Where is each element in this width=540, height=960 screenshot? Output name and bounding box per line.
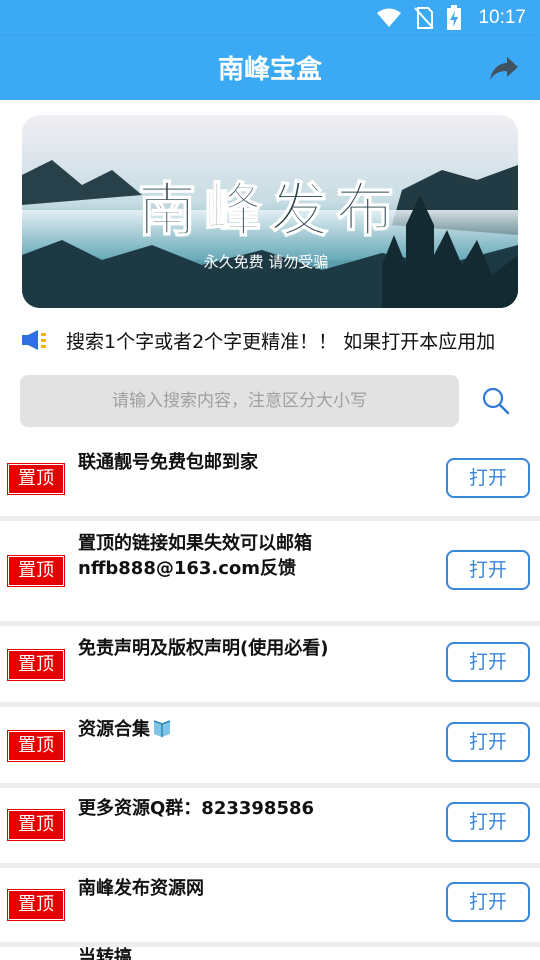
list-item[interactable]: 当转搞 — [0, 947, 540, 960]
resource-list: 置顶 联通靓号免费包邮到家 打开 置顶 置顶的链接如果失效可以邮箱 nffb888… — [0, 440, 540, 960]
open-button[interactable]: 打开 — [446, 722, 530, 762]
no-sim-icon — [414, 7, 435, 29]
wifi-icon — [377, 8, 402, 27]
open-button[interactable]: 打开 — [446, 882, 530, 922]
item-title: 当转搞 — [78, 947, 132, 960]
open-button[interactable]: 打开 — [446, 550, 530, 590]
pin-badge: 置顶 — [7, 649, 65, 681]
banner-image[interactable]: 南峰发布 永久免费 请勿受骗 — [22, 115, 518, 308]
item-title: 南峰发布资源网 — [78, 878, 204, 899]
list-item[interactable]: 置顶 免责声明及版权声明(使用必看) 打开 — [0, 626, 540, 702]
item-title: 更多资源Q群：823398586 — [78, 798, 315, 819]
open-button[interactable]: 打开 — [446, 642, 530, 682]
search-input[interactable] — [20, 390, 459, 412]
notice-text: 搜索1个字或者2个字更精准！！ 如果打开本应用加 — [66, 330, 496, 353]
item-title: 联通靓号免费包邮到家 — [78, 452, 258, 473]
banner-title: 南峰发布 — [138, 176, 402, 244]
search-box — [20, 375, 459, 427]
banner-subtitle: 永久免费 请勿受骗 — [204, 253, 329, 271]
search-icon[interactable] — [478, 383, 514, 419]
open-button[interactable]: 打开 — [446, 802, 530, 842]
app-bar: 南峰宝盒 — [0, 36, 540, 100]
page-title: 南峰宝盒 — [217, 55, 322, 85]
share-icon[interactable] — [488, 54, 520, 82]
battery-charging-icon — [447, 5, 462, 30]
pin-badge: 置顶 — [7, 889, 65, 921]
pin-badge: 置顶 — [7, 809, 65, 841]
megaphone-icon — [22, 330, 46, 350]
pin-badge: 置顶 — [7, 730, 65, 762]
clock: 10:17 — [478, 7, 526, 28]
list-item[interactable]: 置顶 南峰发布资源网 打开 — [0, 868, 540, 942]
list-item[interactable]: 置顶 置顶的链接如果失效可以邮箱 nffb888@163.com反馈 打开 — [0, 521, 540, 621]
notice-bar: 搜索1个字或者2个字更精准！！ 如果打开本应用加 — [18, 324, 528, 356]
item-title: 免责声明及版权声明(使用必看) — [78, 638, 329, 659]
item-title: 资源合集 — [78, 717, 418, 742]
status-bar: 10:17 — [0, 0, 540, 36]
list-item[interactable]: 置顶 资源合集 打开 — [0, 707, 540, 783]
main-content: 南峰发布 永久免费 请勿受骗 搜索1个字或者2个字更精准！！ 如果打开本应用加 … — [0, 100, 540, 960]
open-button[interactable]: 打开 — [446, 458, 530, 498]
list-item[interactable]: 置顶 更多资源Q群：823398586 打开 — [0, 788, 540, 863]
list-item[interactable]: 置顶 联通靓号免费包邮到家 打开 — [0, 440, 540, 516]
pin-badge: 置顶 — [7, 555, 65, 587]
pin-badge: 置顶 — [7, 463, 65, 495]
book-icon — [153, 720, 171, 737]
item-title: 置顶的链接如果失效可以邮箱 nffb888@163.com反馈 — [78, 533, 312, 579]
